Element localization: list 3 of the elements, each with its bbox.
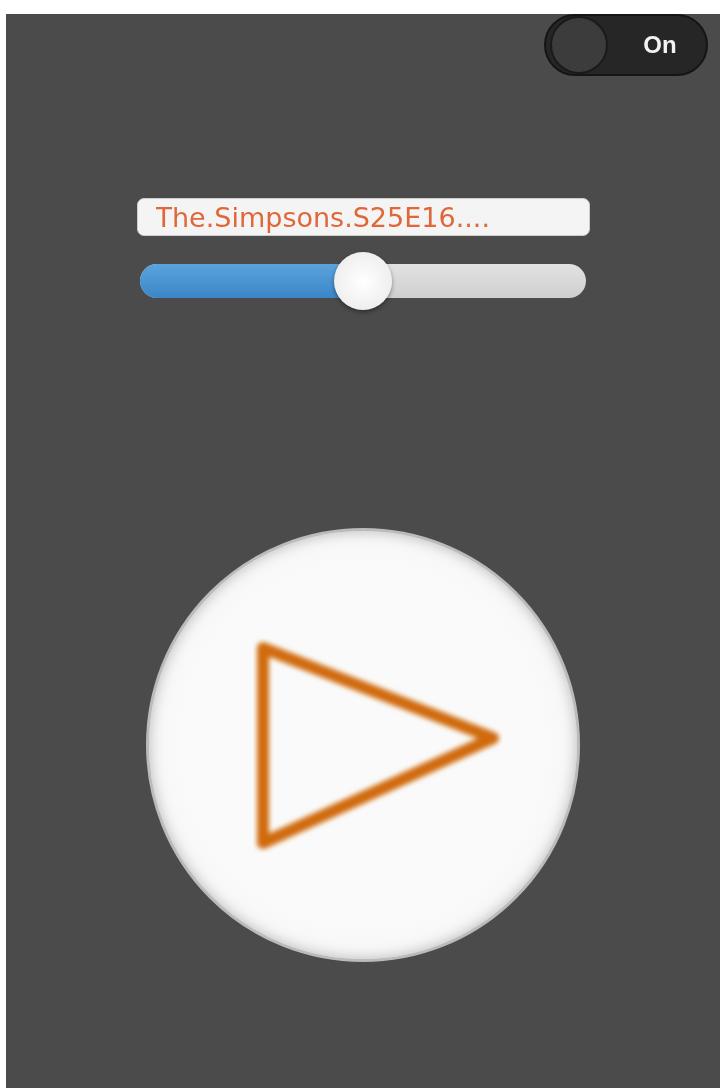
- toggle-switch[interactable]: On: [544, 14, 708, 76]
- seek-slider[interactable]: [140, 252, 586, 310]
- slider-thumb[interactable]: [334, 252, 392, 310]
